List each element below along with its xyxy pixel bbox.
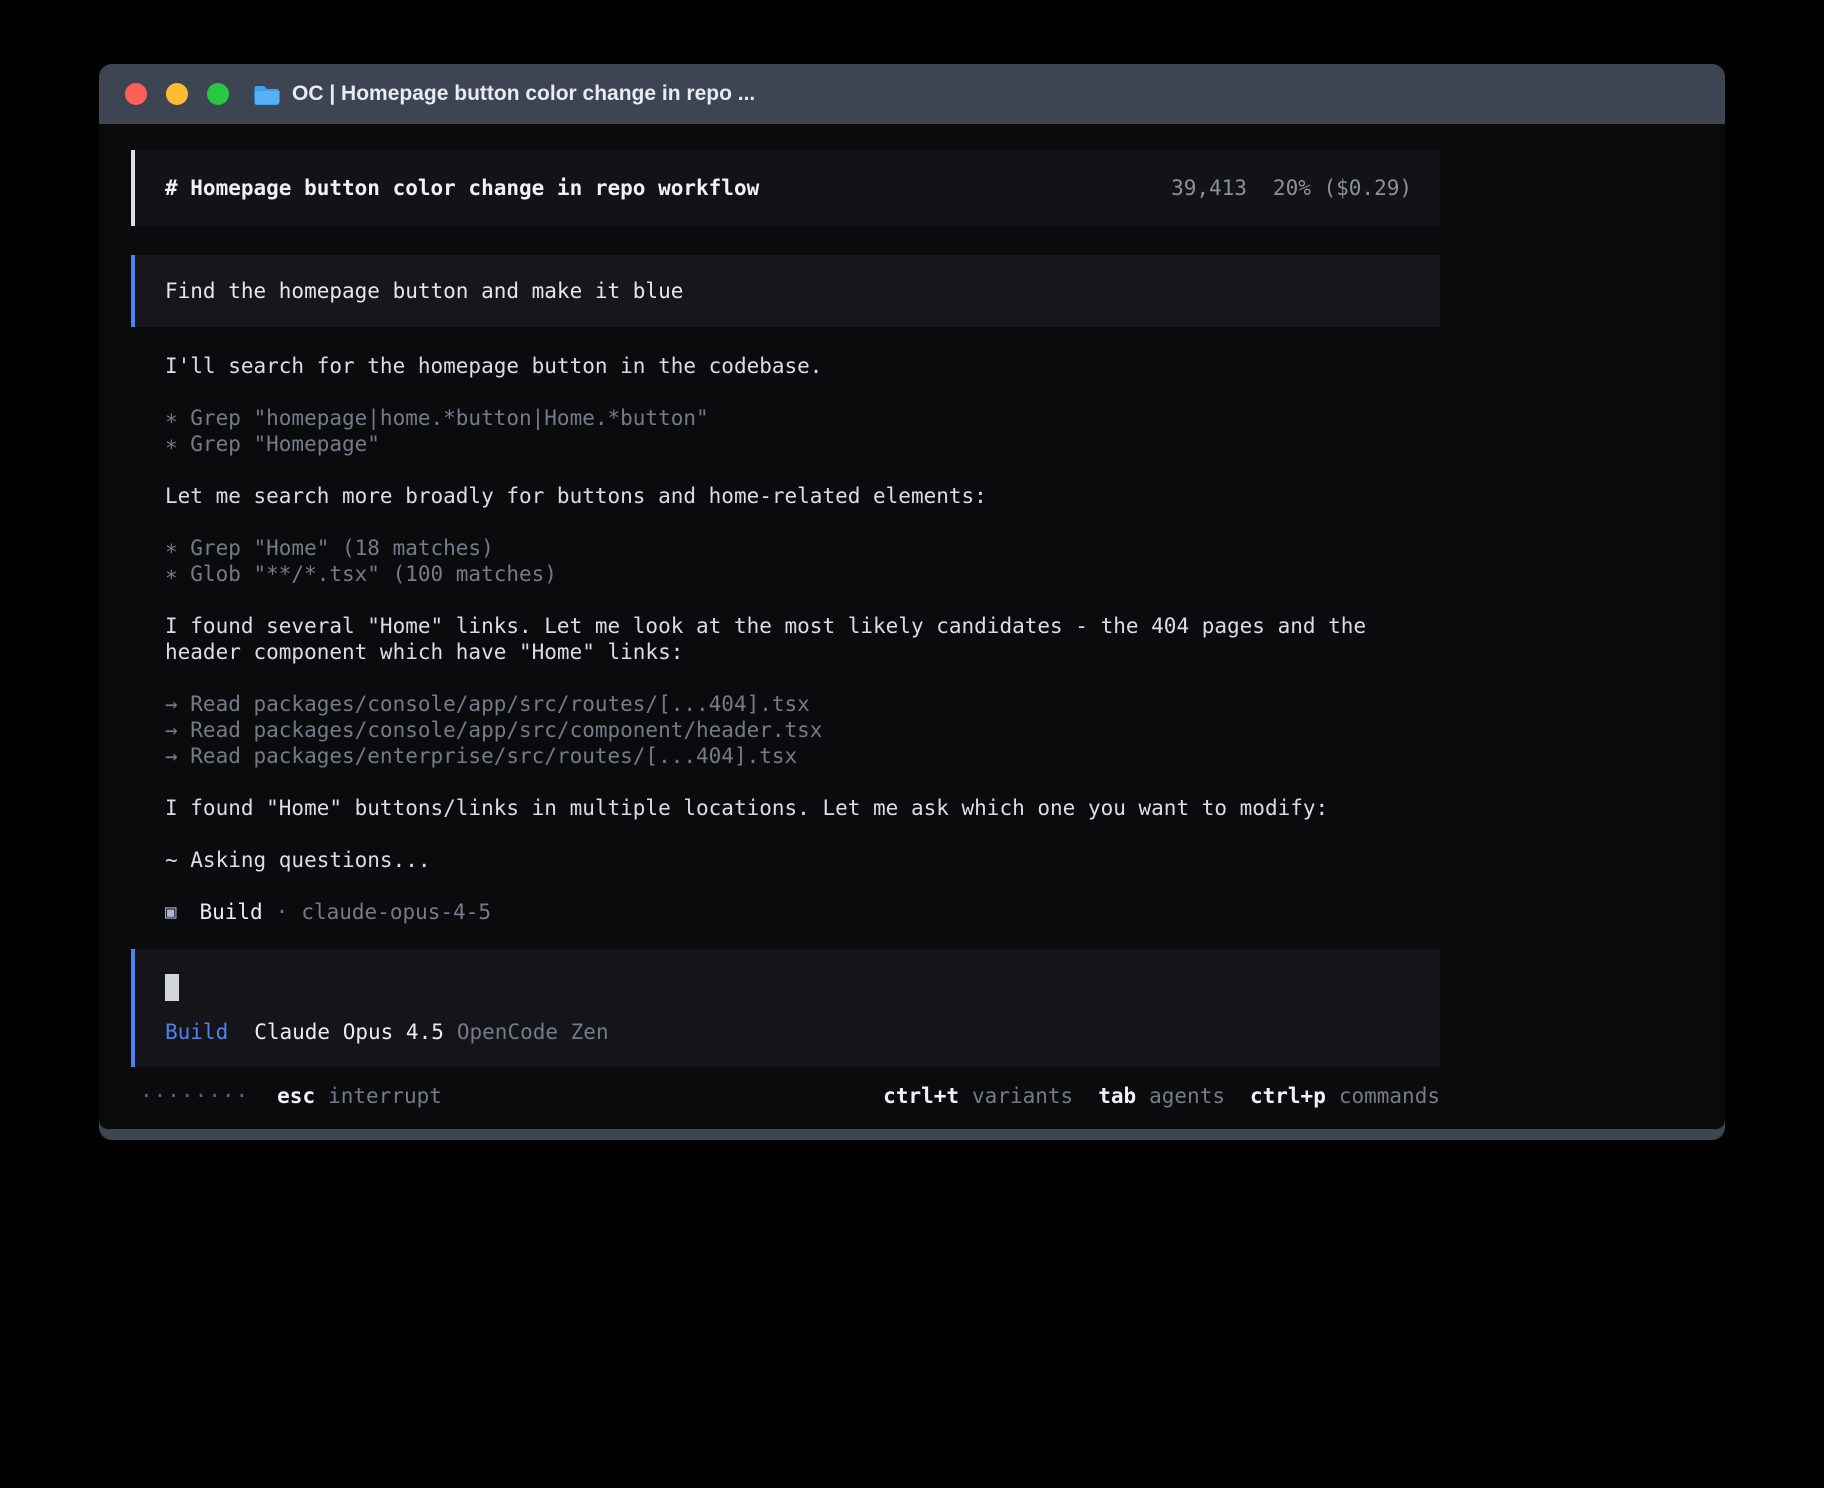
conversation-log: I'll search for the homepage button in t… <box>165 353 1440 925</box>
tool-call: → Read packages/console/app/src/componen… <box>165 717 1440 743</box>
terminal-content: # Homepage button color change in repo w… <box>99 124 1725 1129</box>
window-title-group: OC | Homepage button color change in rep… <box>253 82 755 106</box>
hint-label: agents <box>1149 1083 1225 1109</box>
text-cursor <box>165 974 179 1001</box>
spinner-dots: ········ <box>140 1083 249 1109</box>
agent-name: Build <box>199 899 262 925</box>
user-message: Find the homepage button and make it blu… <box>131 255 1440 327</box>
status-bar-left: ········ esc interrupt <box>140 1083 442 1109</box>
input-model-label[interactable]: Claude Opus 4.5 <box>254 1019 444 1045</box>
input-agent-label[interactable]: Build <box>165 1019 228 1045</box>
hint-key: esc <box>277 1083 315 1109</box>
assistant-message-text: Let me search more broadly for buttons a… <box>165 484 987 508</box>
hint-key: ctrl+p <box>1250 1083 1326 1109</box>
hint-label: interrupt <box>328 1083 442 1109</box>
tool-call: → Read packages/console/app/src/routes/[… <box>165 691 1440 717</box>
traffic-lights <box>125 83 229 105</box>
agent-model: claude-opus-4-5 <box>301 899 491 925</box>
session-meta: 39,413 20% ($0.29) <box>1171 175 1412 201</box>
tool-call-group: ∗ Grep "homepage|home.*button|Home.*butt… <box>165 405 1440 457</box>
tool-call: ∗ Glob "**/*.tsx" (100 matches) <box>165 561 1440 587</box>
assistant-message: I found several "Home" links. Let me loo… <box>165 613 1440 665</box>
assistant-message-text: I found several "Home" links. Let me loo… <box>165 614 1366 664</box>
assistant-message: ~ Asking questions... <box>165 847 1440 873</box>
tool-call: ∗ Grep "homepage|home.*button|Home.*butt… <box>165 405 1440 431</box>
hint-interrupt: esc interrupt <box>277 1083 442 1109</box>
hint-key: ctrl+t <box>883 1083 959 1109</box>
token-count: 39,413 <box>1171 175 1247 201</box>
folder-icon <box>253 84 280 105</box>
session-header: # Homepage button color change in repo w… <box>131 150 1440 226</box>
hint-label: commands <box>1339 1083 1440 1109</box>
minimize-button[interactable] <box>166 83 188 105</box>
terminal-window: OC | Homepage button color change in rep… <box>99 64 1725 1140</box>
assistant-message-text: I'll search for the homepage button in t… <box>165 354 822 378</box>
context-usage: 20% ($0.29) <box>1273 175 1412 201</box>
status-bar-right: ctrl+t variants tab agents ctrl+p comman… <box>883 1083 1440 1109</box>
assistant-message: I'll search for the homepage button in t… <box>165 353 1440 379</box>
assistant-message: I found "Home" buttons/links in multiple… <box>165 795 1440 821</box>
tool-call: → Read packages/enterprise/src/routes/[.… <box>165 743 1440 769</box>
assistant-message: Let me search more broadly for buttons a… <box>165 483 1440 509</box>
tool-call-group: → Read packages/console/app/src/routes/[… <box>165 691 1440 769</box>
user-message-text: Find the homepage button and make it blu… <box>165 279 683 303</box>
status-bar: ········ esc interrupt ctrl+t variants t… <box>140 1083 1440 1109</box>
window-title: OC | Homepage button color change in rep… <box>292 82 755 106</box>
titlebar[interactable]: OC | Homepage button color change in rep… <box>99 64 1725 124</box>
tool-call-group: ∗ Grep "Home" (18 matches) ∗ Glob "**/*.… <box>165 535 1440 587</box>
assistant-message-text: ~ Asking questions... <box>165 848 431 872</box>
assistant-message-text: I found "Home" buttons/links in multiple… <box>165 796 1328 820</box>
hint-agents: tab agents <box>1098 1083 1225 1109</box>
prompt-input[interactable]: Build Claude Opus 4.5 OpenCode Zen <box>131 949 1440 1067</box>
input-status-line: Build Claude Opus 4.5 OpenCode Zen <box>165 1019 1410 1045</box>
session-title: # Homepage button color change in repo w… <box>165 175 759 201</box>
agent-status-line: ▣ Build · claude-opus-4-5 <box>165 899 1440 925</box>
input-provider-label: OpenCode Zen <box>457 1019 609 1045</box>
tool-call: ∗ Grep "Home" (18 matches) <box>165 535 1440 561</box>
zoom-button[interactable] <box>207 83 229 105</box>
hint-key: tab <box>1098 1083 1136 1109</box>
hint-label: variants <box>972 1083 1073 1109</box>
separator-dot: · <box>276 899 289 925</box>
hint-commands: ctrl+p commands <box>1250 1083 1440 1109</box>
close-button[interactable] <box>125 83 147 105</box>
tool-call: ∗ Grep "Homepage" <box>165 431 1440 457</box>
hint-variants: ctrl+t variants <box>883 1083 1073 1109</box>
agent-icon: ▣ <box>165 899 176 925</box>
